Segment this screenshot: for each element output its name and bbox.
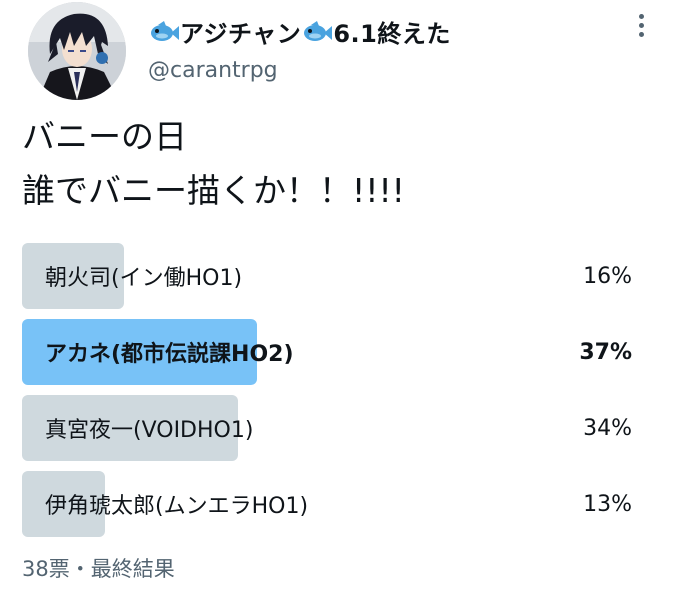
display-name[interactable]: アジチャン 6.1終えた: [148, 14, 451, 49]
poll: 朝火司(イン働HO1) 16% アカネ(都市伝説課HO2) 37% 真宮夜一(V…: [22, 243, 642, 547]
poll-option-percent: 37%: [579, 339, 632, 365]
fish-icon: [304, 20, 333, 41]
display-name-suffix: 6.1終えた: [333, 20, 451, 48]
avatar[interactable]: [28, 2, 126, 100]
poll-option-percent: 13%: [583, 491, 632, 517]
poll-option-label: 伊角琥太郎(ムンエラHO1): [45, 494, 309, 519]
user-handle[interactable]: @carantrpg: [148, 58, 278, 83]
poll-option-1: 朝火司(イン働HO1) 16%: [22, 243, 642, 309]
poll-option-label: 真宮夜一(VOIDHO1): [45, 418, 254, 443]
display-name-text: アジチャン: [180, 20, 302, 48]
more-vertical-icon[interactable]: [634, 14, 648, 40]
tweet-text: バニーの日 誰でバニー描くか！！!!!!: [22, 117, 405, 210]
poll-option-label: アカネ(都市伝説課HO2): [45, 342, 294, 367]
poll-option-label: 朝火司(イン働HO1): [45, 266, 243, 291]
fish-icon: [151, 20, 179, 41]
poll-option-3: 真宮夜一(VOIDHO1) 34%: [22, 395, 642, 461]
poll-footer: 38票・最終結果: [22, 557, 175, 581]
poll-option-4: 伊角琥太郎(ムンエラHO1) 13%: [22, 471, 642, 537]
poll-option-2: アカネ(都市伝説課HO2) 37%: [22, 319, 642, 385]
poll-option-percent: 34%: [583, 415, 632, 441]
avatar-image: [28, 2, 126, 100]
poll-option-percent: 16%: [583, 263, 632, 289]
